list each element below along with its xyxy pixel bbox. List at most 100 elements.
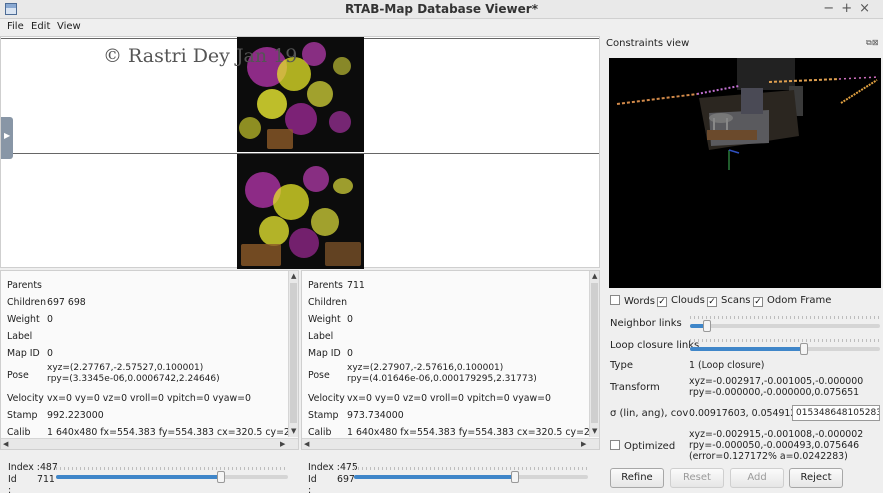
scroll-left-icon[interactable]: ◀ bbox=[3, 440, 8, 448]
scroll-right-icon[interactable]: ▶ bbox=[280, 440, 285, 448]
side-panel-toggle[interactable]: ▶ bbox=[1, 117, 13, 159]
scroll-up-icon[interactable]: ▲ bbox=[592, 272, 597, 280]
left-slider-fill bbox=[56, 475, 221, 479]
checkbox-box[interactable]: ✓ bbox=[707, 297, 717, 307]
value-calib: 1 640x480 fx=554.383 fy=554.383 cx=320.5… bbox=[347, 427, 589, 438]
value-weight: 0 bbox=[47, 314, 53, 325]
right-slider-fill bbox=[354, 475, 516, 479]
right-slider-ticks bbox=[354, 467, 588, 470]
right-panel-vscroll[interactable]: ▲ ▼ bbox=[589, 271, 599, 437]
loop-slider-ticks bbox=[690, 339, 880, 342]
label-parents: Parents bbox=[7, 280, 42, 291]
checkbox-box[interactable]: ✓ bbox=[657, 297, 667, 307]
label-stamp: Stamp bbox=[7, 410, 38, 421]
left-panel-vscroll[interactable]: ▲ ▼ bbox=[288, 271, 298, 437]
optimized-label: Optimized bbox=[624, 441, 676, 452]
loop-closure-links-slider[interactable] bbox=[690, 343, 880, 355]
constraints-3d-view[interactable] bbox=[609, 58, 881, 288]
value-map-id: 0 bbox=[47, 348, 53, 359]
dock-buttons: ⧉⊠ bbox=[866, 38, 878, 48]
checkbox-clouds-label: Clouds bbox=[671, 295, 705, 306]
reset-button[interactable]: Reset bbox=[670, 468, 724, 488]
right-image-features[interactable] bbox=[237, 154, 364, 269]
scroll-right-icon[interactable]: ▶ bbox=[581, 440, 586, 448]
checkbox-words[interactable]: Words bbox=[610, 295, 655, 307]
value-stamp: 992.223000 bbox=[47, 410, 104, 421]
label-children: Children bbox=[308, 297, 348, 308]
add-button[interactable]: Add bbox=[730, 468, 784, 488]
menu-view[interactable]: View bbox=[57, 21, 81, 32]
menu-bar: File Edit View bbox=[0, 19, 883, 36]
scroll-down-icon[interactable]: ▼ bbox=[592, 427, 597, 435]
neighbor-slider-handle[interactable] bbox=[703, 320, 712, 332]
label-weight: Weight bbox=[7, 314, 40, 325]
menu-edit[interactable]: Edit bbox=[31, 21, 50, 32]
value-velocity: vx=0 vy=0 vz=0 vroll=0 vpitch=0 vyaw=0 bbox=[47, 393, 252, 404]
optimized-xyz: xyz=-0.002915,-0.001008,-0.000002 bbox=[689, 429, 864, 440]
point-cloud-render bbox=[616, 58, 880, 170]
loop-slider-handle[interactable] bbox=[800, 343, 808, 355]
sigma-label: σ (lin, ang), cov bbox=[610, 408, 689, 419]
checkbox-odom-frame[interactable]: ✓ Odom Frame bbox=[753, 295, 831, 307]
right-slider-handle[interactable] bbox=[511, 471, 520, 483]
minimize-icon[interactable]: − bbox=[823, 1, 841, 16]
label-label: Label bbox=[308, 331, 334, 342]
close-dock-icon[interactable]: ⊠ bbox=[872, 38, 879, 47]
left-id-label: Id : bbox=[8, 474, 17, 493]
neighbor-links-slider[interactable] bbox=[690, 320, 880, 332]
value-stamp: 973.734000 bbox=[347, 410, 404, 421]
left-panel-hscroll[interactable]: ◀ ▶ bbox=[1, 438, 298, 449]
arrow-right-icon: ▶ bbox=[4, 131, 11, 140]
checkbox-optimized[interactable]: Optimized bbox=[610, 440, 675, 452]
title-bar: RTAB-Map Database Viewer* −+× bbox=[0, 0, 883, 19]
value-calib: 1 640x480 fx=554.383 fy=554.383 cx=320.5… bbox=[47, 427, 289, 438]
checkbox-odom-frame-label: Odom Frame bbox=[767, 295, 832, 306]
scroll-up-icon[interactable]: ▲ bbox=[291, 272, 296, 280]
sigma-value: 0.00917603, 0.0549122 bbox=[689, 408, 803, 419]
scroll-down-icon[interactable]: ▼ bbox=[291, 427, 296, 435]
checkbox-box[interactable]: ✓ bbox=[753, 297, 763, 307]
checkbox-box[interactable] bbox=[610, 440, 620, 450]
left-index-slider[interactable] bbox=[56, 471, 288, 483]
right-id-label: Id : bbox=[308, 474, 317, 493]
checkbox-scans-label: Scans bbox=[721, 295, 751, 306]
value-pose-xyz: xyz=(2.27907,-2.57616,0.100001) bbox=[347, 363, 504, 373]
maximize-icon[interactable]: + bbox=[841, 1, 859, 16]
checkbox-box[interactable] bbox=[610, 295, 620, 305]
label-pose: Pose bbox=[308, 370, 330, 381]
left-node-info-panel: Parents Children 697 698 Weight 0 Label … bbox=[0, 270, 299, 450]
type-value: 1 (Loop closure) bbox=[689, 360, 765, 371]
neighbor-links-label: Neighbor links bbox=[610, 318, 682, 329]
left-id-value: 711 bbox=[37, 474, 55, 485]
reject-button[interactable]: Reject bbox=[789, 468, 843, 488]
label-parents: Parents bbox=[308, 280, 343, 291]
left-slider-ticks bbox=[56, 467, 288, 470]
checkbox-clouds[interactable]: ✓ Clouds bbox=[657, 295, 705, 307]
scroll-thumb[interactable] bbox=[591, 283, 598, 423]
window-controls: −+× bbox=[823, 1, 877, 16]
optimized-error: (error=0.127172% a=0.0242283) bbox=[689, 451, 848, 462]
value-pose-rpy: rpy=(3.3345e-06,0.0006742,2.24646) bbox=[47, 374, 220, 384]
menu-file[interactable]: File bbox=[7, 21, 24, 32]
value-map-id: 0 bbox=[347, 348, 353, 359]
left-slider-handle[interactable] bbox=[216, 471, 225, 483]
checkbox-words-label: Words bbox=[624, 296, 655, 307]
close-icon[interactable]: × bbox=[859, 1, 877, 16]
loop-slider-fill bbox=[690, 347, 804, 351]
neighbor-slider-ticks bbox=[690, 316, 880, 319]
scroll-left-icon[interactable]: ◀ bbox=[304, 440, 309, 448]
checkbox-scans[interactable]: ✓ Scans bbox=[707, 295, 751, 307]
label-weight: Weight bbox=[308, 314, 341, 325]
right-panel-hscroll[interactable]: ◀ ▶ bbox=[302, 438, 599, 449]
transform-rpy: rpy=-0.000000,-0.000000,0.075651 bbox=[689, 387, 860, 398]
image-viewer[interactable]: © Rastri Dey Jan 19 ▶ bbox=[0, 36, 600, 269]
covariance-field[interactable]: 015348648105283] bbox=[792, 405, 880, 421]
scroll-thumb[interactable] bbox=[290, 283, 297, 423]
label-velocity: Velocity bbox=[308, 393, 345, 404]
optimized-rpy: rpy=-0.000050,-0.000493,0.075646 bbox=[689, 440, 860, 451]
refine-button[interactable]: Refine bbox=[610, 468, 664, 488]
label-label: Label bbox=[7, 331, 33, 342]
right-index-slider[interactable] bbox=[354, 471, 588, 483]
label-children: Children bbox=[7, 297, 47, 308]
label-map-id: Map ID bbox=[7, 348, 40, 359]
